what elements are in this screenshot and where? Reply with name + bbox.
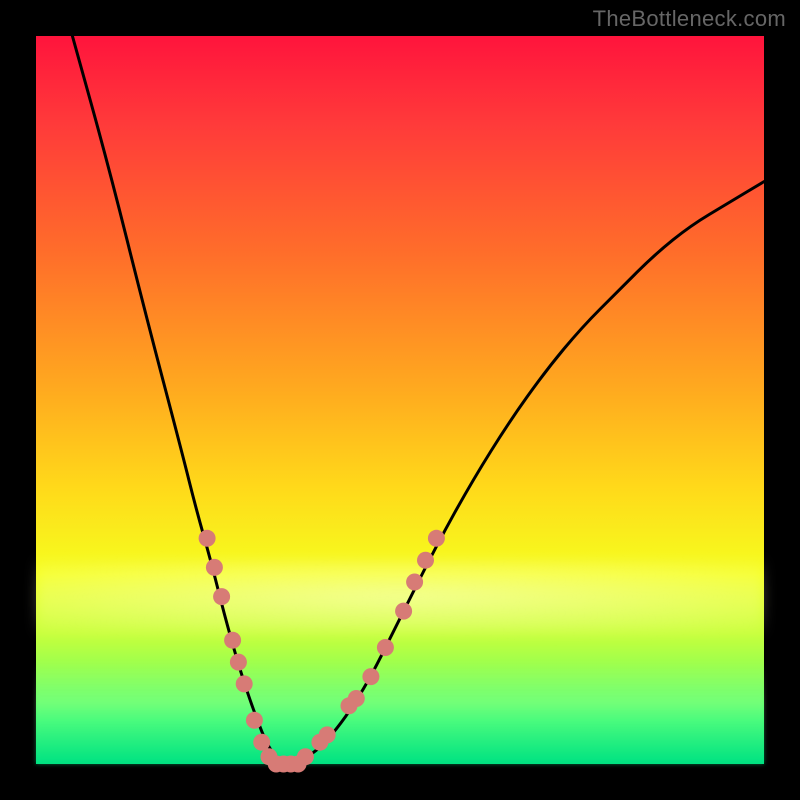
marker-dot (199, 530, 216, 547)
chart-frame: TheBottleneck.com (0, 0, 800, 800)
marker-dot (406, 574, 423, 591)
marker-dot (348, 690, 365, 707)
marker-dot (213, 588, 230, 605)
marker-dot (246, 712, 263, 729)
marker-dot (417, 552, 434, 569)
marker-dot (253, 734, 270, 751)
bottleneck-curve (72, 36, 764, 764)
marker-dot (428, 530, 445, 547)
marker-dot (236, 675, 253, 692)
marker-dot (319, 726, 336, 743)
chart-svg (36, 36, 764, 764)
marker-dot (224, 632, 241, 649)
marker-dot (206, 559, 223, 576)
marker-dot (297, 748, 314, 765)
marker-dot (362, 668, 379, 685)
plot-area (36, 36, 764, 764)
marker-dot (377, 639, 394, 656)
marker-dot (395, 603, 412, 620)
marker-dot (230, 654, 247, 671)
watermark-text: TheBottleneck.com (593, 6, 786, 32)
